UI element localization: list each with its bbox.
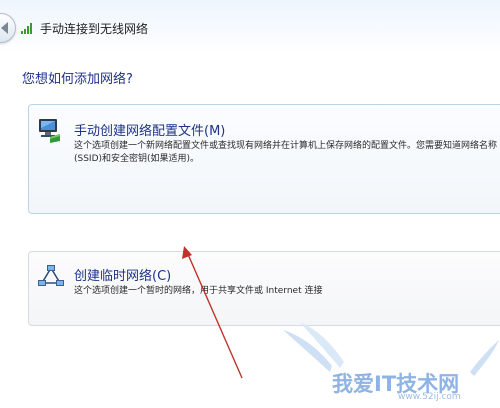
- watermark-url: www.52ij.com: [398, 392, 461, 402]
- window-title: 手动连接到无线网络: [40, 22, 149, 36]
- option-description: 这个选项创建一个新网络配置文件或查找现有网络并在计算机上保存网络的配置文件。您需…: [74, 141, 498, 164]
- title-bar: 手动连接到无线网络: [0, 0, 500, 54]
- page-question: 您想如何添加网络?: [22, 72, 133, 87]
- option-title: 手动创建网络配置文件(M): [74, 124, 226, 139]
- option-adhoc-network[interactable]: 创建临时网络(C) 这个选项创建一个暂时的网络，用于共享文件或 Internet…: [28, 251, 500, 326]
- option-description: 这个选项创建一个暂时的网络，用于共享文件或 Internet 连接: [74, 286, 323, 296]
- back-arrow-icon: [1, 22, 8, 34]
- wireless-signal-icon: [21, 23, 32, 34]
- adhoc-network-icon: [38, 265, 64, 286]
- option-manual-profile[interactable]: 手动创建网络配置文件(M) 这个选项创建一个新网络配置文件或查找现有网络并在计算…: [28, 104, 500, 214]
- network-computer-icon: [39, 119, 60, 143]
- option-title: 创建临时网络(C): [74, 269, 172, 284]
- back-button[interactable]: [0, 13, 16, 43]
